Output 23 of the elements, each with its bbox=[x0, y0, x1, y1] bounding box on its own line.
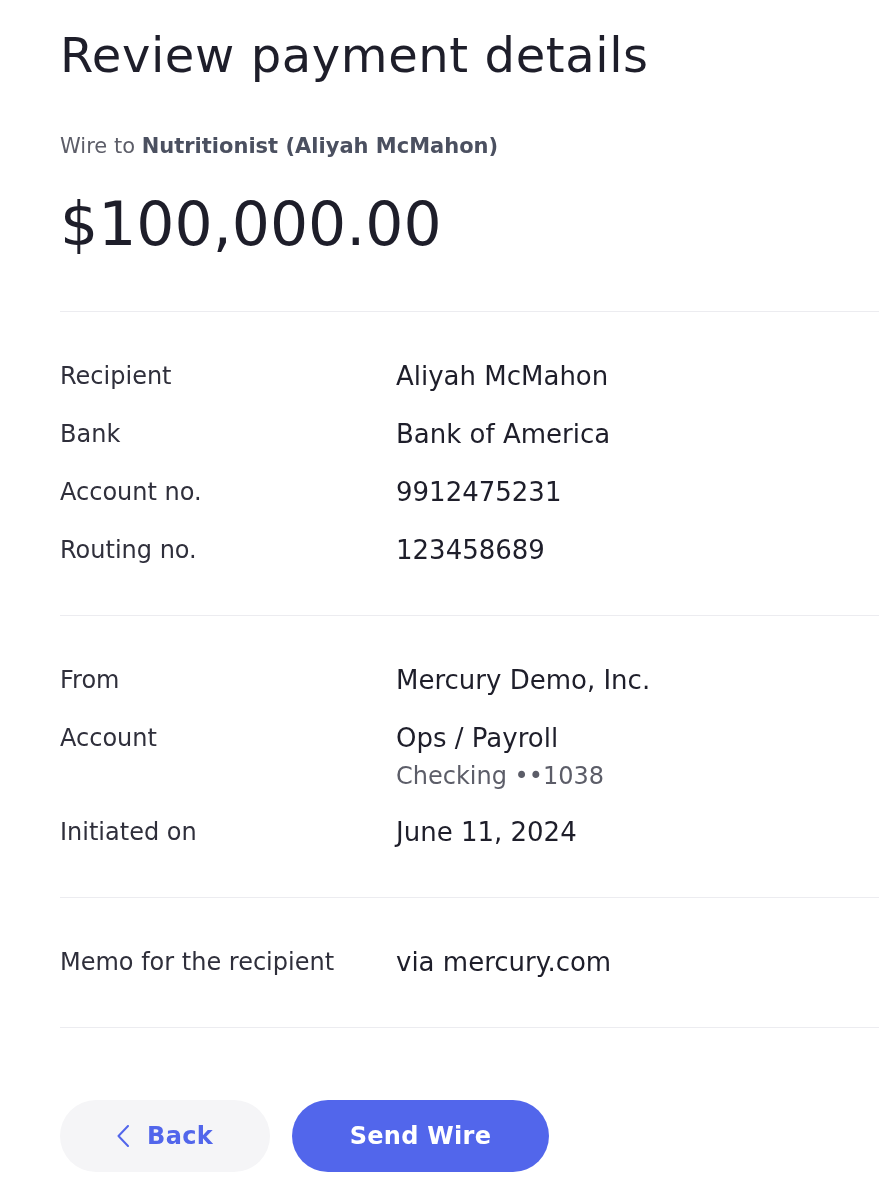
amount-text: $100,000.00 bbox=[60, 188, 443, 260]
account-detail: Checking ••1038 bbox=[396, 763, 605, 789]
field-value: Ops / Payroll bbox=[396, 723, 560, 753]
wire-recipient-text: Wire to Nutritionist (Aliyah McMahon) bbox=[60, 133, 500, 160]
field-label: Bank bbox=[60, 419, 122, 449]
field-label: Routing no. bbox=[60, 535, 198, 565]
field-value: 123458689 bbox=[396, 535, 546, 565]
field-value: June 11, 2024 bbox=[396, 817, 578, 847]
send-wire-button[interactable]: Send Wire bbox=[292, 1100, 549, 1172]
field-value: via mercury.com bbox=[396, 947, 613, 977]
page-title: Review payment details bbox=[60, 26, 650, 84]
field-label: From bbox=[60, 665, 121, 695]
field-value: Aliyah McMahon bbox=[396, 361, 610, 391]
field-label: Account bbox=[60, 723, 158, 754]
field-value: Mercury Demo, Inc. bbox=[396, 665, 652, 695]
field-label: Account no. bbox=[60, 477, 203, 507]
field-label: Memo for the recipient bbox=[60, 947, 336, 977]
chevron-left-icon bbox=[117, 1125, 130, 1147]
back-button[interactable]: Back bbox=[60, 1100, 270, 1172]
field-label: Recipient bbox=[60, 361, 173, 391]
field-value: Bank of America bbox=[396, 419, 612, 449]
field-value: 9912475231 bbox=[396, 477, 563, 507]
field-label: Initiated on bbox=[60, 817, 198, 847]
